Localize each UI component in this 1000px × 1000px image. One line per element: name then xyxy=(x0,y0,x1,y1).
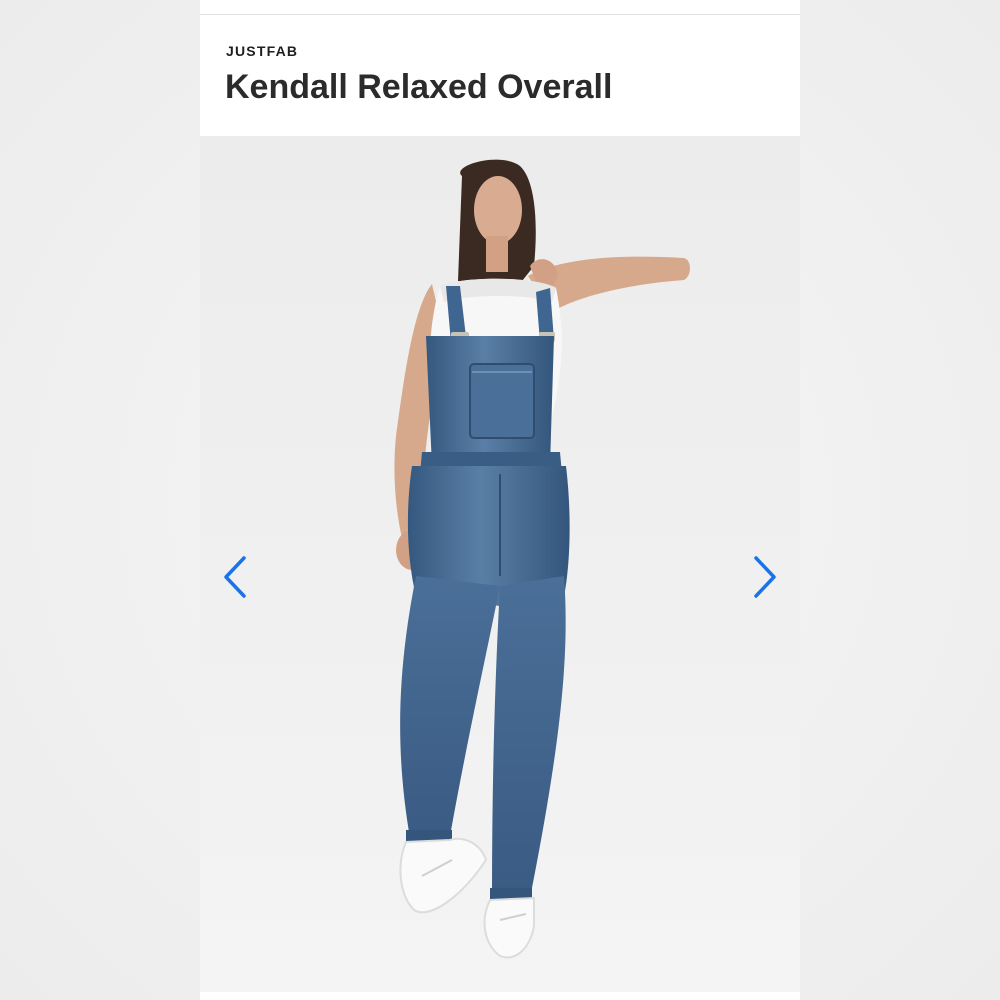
model-illustration xyxy=(394,159,690,959)
gallery-next-button[interactable] xyxy=(746,552,786,602)
divider xyxy=(200,992,800,1000)
gallery-prev-button[interactable] xyxy=(214,552,254,602)
product-image[interactable] xyxy=(200,136,800,992)
divider xyxy=(200,14,800,15)
chevron-left-icon xyxy=(224,556,246,598)
product-card: JUSTFAB Kendall Relaxed Overall xyxy=(200,0,800,1000)
brand-name: JUSTFAB xyxy=(226,43,299,59)
chevron-right-icon xyxy=(754,556,776,598)
product-title: Kendall Relaxed Overall xyxy=(225,68,613,106)
